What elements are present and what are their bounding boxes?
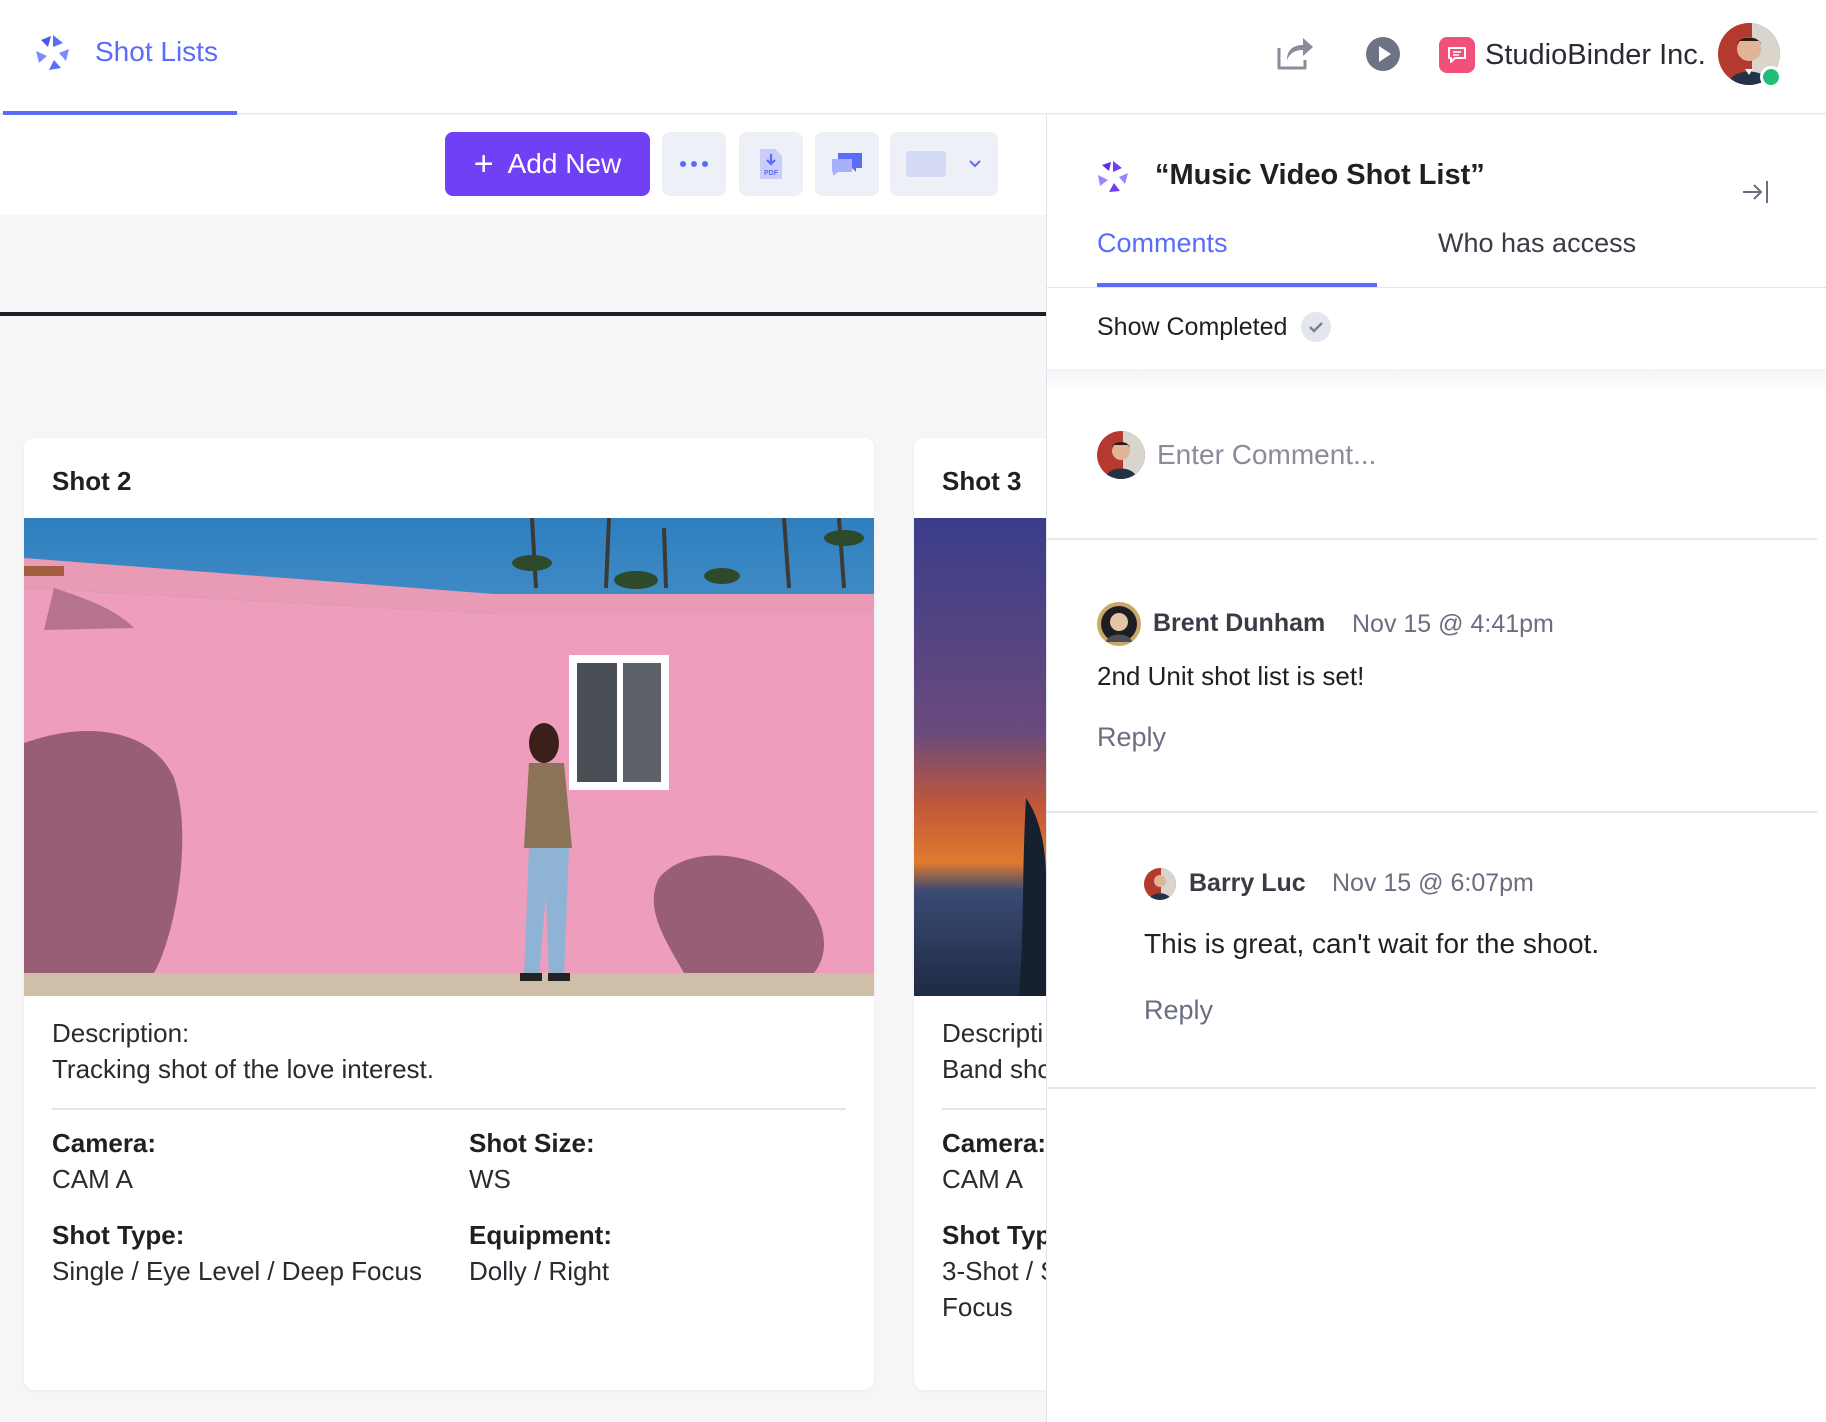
current-user-avatar [1097, 431, 1145, 479]
shot-size-value: WS [469, 1164, 511, 1194]
comment-input-divider [1047, 538, 1817, 540]
description-text: Tracking shot of the love interest. [52, 1054, 435, 1084]
toolbar: + Add New PDF [0, 115, 1046, 215]
ellipsis-icon [680, 161, 708, 167]
tab-who-has-access[interactable]: Who has access [1438, 228, 1636, 259]
description-text: Band sho [942, 1054, 1046, 1084]
shot-card[interactable]: Shot 2 Description: Tracking shot of the… [24, 438, 874, 1390]
description-label: Descripti [942, 1018, 1044, 1048]
avatar [1144, 868, 1176, 900]
share-icon[interactable] [1275, 34, 1315, 72]
shot-title: Shot 2 [52, 466, 132, 496]
pdf-download-icon: PDF [760, 149, 782, 179]
tabs-divider [1047, 287, 1826, 288]
panel-title: “Music Video Shot List” [1155, 159, 1485, 191]
add-new-button[interactable]: + Add New [445, 132, 650, 196]
section-divider [0, 312, 1046, 316]
chat-icon [832, 153, 862, 176]
aperture-logo-icon [35, 35, 71, 71]
pdf-label: PDF [764, 170, 779, 177]
equipment-value: Dolly / Right [469, 1256, 610, 1286]
equipment-label: Equipment: [469, 1220, 612, 1250]
reply-button[interactable]: Reply [1097, 722, 1166, 753]
avatar [1097, 602, 1141, 646]
collapse-panel-icon[interactable] [1741, 177, 1771, 207]
shot-title: Shot 3 [942, 466, 1022, 496]
chevron-down-icon [969, 160, 981, 168]
comment-timestamp: Nov 15 @ 4:41pm [1352, 610, 1554, 638]
show-completed-label: Show Completed [1097, 312, 1288, 341]
comment-input[interactable] [1157, 433, 1757, 477]
comment-author: Barry Luc [1189, 869, 1306, 897]
plus-icon: + [473, 145, 494, 183]
online-status-indicator [1760, 66, 1782, 88]
export-pdf-button[interactable]: PDF [739, 132, 803, 196]
card-divider [52, 1108, 846, 1110]
chat-bubble-icon [1439, 37, 1475, 73]
shot-type-value-continued: Focus [942, 1292, 1013, 1322]
top-bar: Shot Lists StudioBinder Inc. [0, 0, 1826, 115]
tab-label: Shot Lists [95, 36, 218, 67]
description-label: Description: [52, 1018, 190, 1048]
check-icon [1301, 312, 1332, 342]
camera-label: Camera: [52, 1128, 157, 1158]
show-completed-toggle[interactable]: Show Completed [1097, 312, 1332, 342]
view-mode-dropdown[interactable] [890, 132, 998, 196]
comments-panel: “Music Video Shot List” Comments Who has… [1046, 115, 1826, 1422]
comment-divider [1047, 1087, 1817, 1089]
comment-timestamp: Nov 15 @ 6:07pm [1332, 869, 1534, 897]
reply-button[interactable]: Reply [1144, 995, 1213, 1026]
company-name: StudioBinder Inc. [1485, 38, 1706, 71]
shot-image [24, 518, 874, 996]
shot-card[interactable]: Shot 3 Descripti Band sho Camera: CAM A … [914, 438, 1046, 1390]
comment-text: This is great, can't wait for the shoot. [1144, 928, 1600, 959]
card-view-icon [906, 151, 946, 177]
card-divider [942, 1108, 1046, 1110]
shot-type-value: 3-Shot / S [942, 1256, 1046, 1286]
play-icon[interactable] [1365, 36, 1401, 72]
tab-comments[interactable]: Comments [1097, 228, 1228, 259]
tab-shot-lists[interactable]: Shot Lists [0, 0, 237, 115]
camera-label: Camera: [942, 1128, 1046, 1158]
camera-value: CAM A [942, 1164, 1023, 1194]
camera-value: CAM A [52, 1164, 133, 1194]
aperture-logo-icon [1097, 161, 1129, 193]
panel-shade [1047, 369, 1826, 393]
comment-author: Brent Dunham [1153, 609, 1326, 637]
shot-type-label: Shot Typ [942, 1220, 1046, 1250]
shot-image [914, 518, 1046, 996]
company-switcher[interactable]: StudioBinder Inc. [1439, 37, 1706, 73]
comment-text: 2nd Unit shot list is set! [1097, 661, 1365, 691]
shot-size-label: Shot Size: [469, 1128, 595, 1158]
comments-toggle-button[interactable] [815, 132, 879, 196]
add-new-label: Add New [507, 148, 622, 179]
shot-type-label: Shot Type: [52, 1220, 185, 1250]
shot-type-value: Single / Eye Level / Deep Focus [52, 1256, 422, 1286]
more-options-button[interactable] [662, 132, 726, 196]
comment-divider [1047, 811, 1817, 813]
